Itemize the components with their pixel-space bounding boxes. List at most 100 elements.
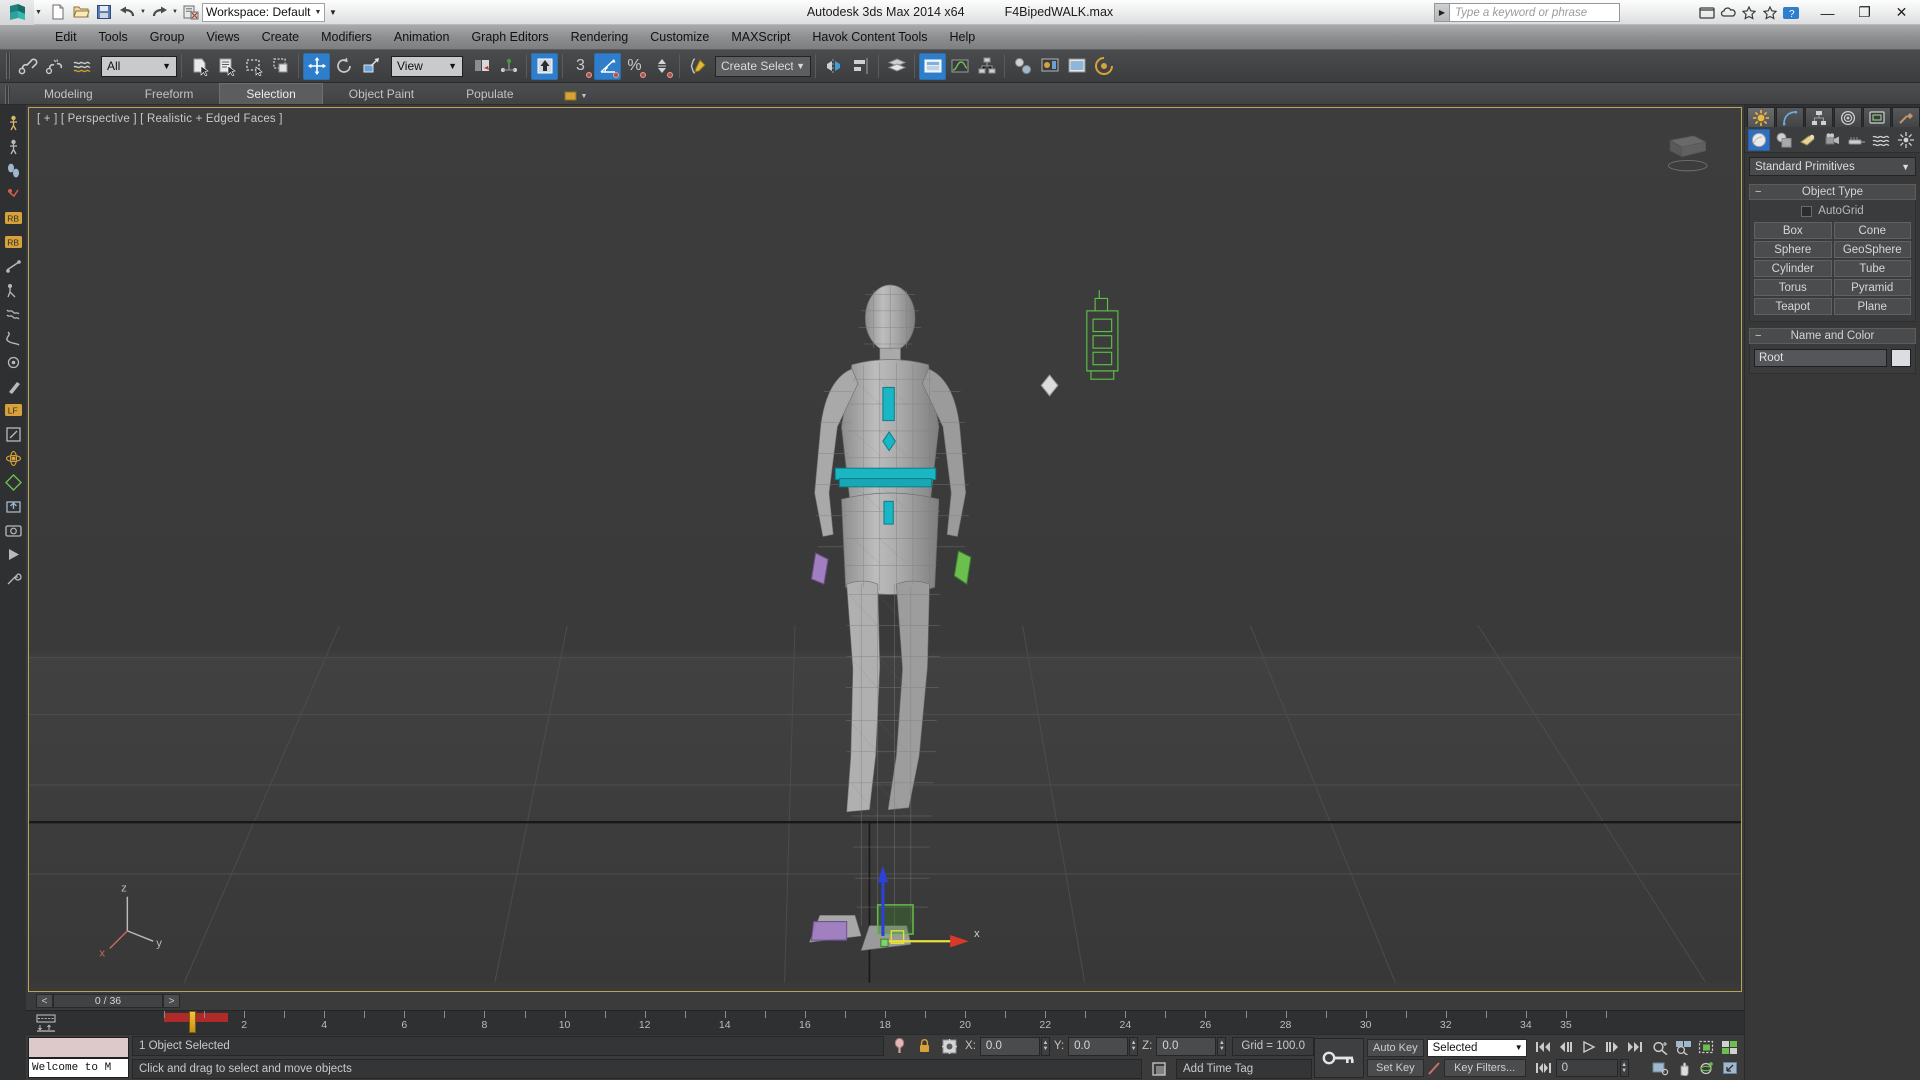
select-and-rotate-button[interactable] [330, 53, 357, 80]
save-file-button[interactable] [93, 2, 115, 23]
object-name-input[interactable]: Root [1754, 349, 1887, 367]
menu-item-customize[interactable]: Customize [639, 27, 720, 47]
biped-footstep-icon[interactable] [2, 159, 24, 181]
help-question-icon[interactable]: ? [1782, 4, 1800, 22]
ribbon-options-button[interactable]: ▼ [558, 88, 594, 104]
rendered-frame-window-button[interactable] [1063, 53, 1090, 80]
lights-category-button[interactable] [1797, 129, 1819, 151]
y-coordinate-input[interactable]: 0.0 [1068, 1036, 1129, 1056]
scale-tool-icon[interactable] [2, 423, 24, 445]
undo-button[interactable] [116, 2, 138, 23]
tools-icon[interactable] [2, 567, 24, 589]
previous-frame-button[interactable] [1555, 1038, 1577, 1057]
time-slider-handle[interactable] [189, 1011, 196, 1033]
menu-item-maxscript[interactable]: MAXScript [720, 27, 801, 47]
vertex-paint-icon[interactable] [2, 351, 24, 373]
create-cylinder-button[interactable]: Cylinder [1754, 260, 1832, 277]
field-of-view-button[interactable] [1650, 1059, 1672, 1078]
selection-lock-toggle-button[interactable] [912, 1038, 936, 1054]
sim-icon[interactable] [2, 471, 24, 493]
align-button[interactable] [847, 53, 874, 80]
close-button[interactable]: ✕ [1883, 0, 1920, 25]
unlink-selection-button[interactable] [41, 53, 68, 80]
rope-icon[interactable] [2, 327, 24, 349]
lf-icon[interactable]: LF [2, 399, 24, 421]
autogrid-checkbox[interactable] [1801, 205, 1813, 217]
create-torus-button[interactable]: Torus [1754, 279, 1832, 296]
next-frame-button[interactable] [1601, 1038, 1623, 1057]
frame-spinner[interactable]: ▲ ▼ [1619, 1059, 1629, 1077]
z-spinner[interactable]: ▲ ▼ [1217, 1036, 1227, 1056]
use-selection-center-button[interactable] [495, 53, 522, 80]
set-key-button[interactable]: Set Key [1367, 1058, 1424, 1077]
play-animation-button[interactable] [1578, 1038, 1600, 1057]
active-time-range[interactable] [164, 1013, 228, 1022]
orbit-button[interactable] [1696, 1059, 1718, 1078]
undo-dropdown-caret-icon[interactable]: ▼ [139, 3, 147, 22]
render-setup-button[interactable] [1036, 53, 1063, 80]
menu-item-views[interactable]: Views [195, 27, 250, 47]
shapes-category-button[interactable] [1772, 129, 1794, 151]
edit-named-selection-sets-button[interactable] [684, 53, 711, 80]
current-frame-display[interactable]: 0 / 36 [53, 994, 163, 1008]
menu-item-animation[interactable]: Animation [383, 27, 461, 47]
workspace-selector[interactable]: Workspace: Default ▼ [202, 2, 326, 22]
absolute-relative-mode-toggle[interactable] [936, 1038, 962, 1055]
named-selection-set-combo[interactable]: Create Selection Se ▼ [715, 55, 811, 77]
view-cube[interactable] [1661, 130, 1713, 176]
motion-tab[interactable] [1834, 107, 1862, 127]
rb-body-icon[interactable]: RB [2, 231, 24, 253]
render-production-button[interactable] [1090, 53, 1117, 80]
select-and-link-button[interactable] [14, 53, 41, 80]
go-to-start-button[interactable] [1532, 1038, 1554, 1057]
set-project-folder-button[interactable] [180, 2, 202, 23]
redo-dropdown-caret-icon[interactable]: ▼ [171, 3, 179, 22]
menu-item-tools[interactable]: Tools [88, 27, 139, 47]
geometry-category-button[interactable] [1748, 128, 1771, 151]
create-box-button[interactable]: Box [1754, 222, 1832, 239]
zoom-extents-button[interactable] [1696, 1038, 1718, 1057]
time-slider[interactable]: < 0 / 36 > [36, 994, 180, 1008]
set-key-mode-button[interactable] [1314, 1037, 1364, 1078]
listener-input-pane[interactable]: Welcome to M [28, 1058, 129, 1078]
open-file-button[interactable] [70, 2, 92, 23]
menu-item-graph-editors[interactable]: Graph Editors [460, 27, 559, 47]
select-and-scale-button[interactable] [357, 53, 384, 80]
selection-filter-combo[interactable]: All ▼ [101, 55, 177, 77]
biped-figure-icon[interactable] [2, 135, 24, 157]
minimize-button[interactable]: — [1809, 0, 1846, 25]
utilities-tab[interactable] [1892, 107, 1920, 127]
track-bar-ticks[interactable]: 2 4 6 8 10 12 14 16 18 20 22 24 26 28 30 32 34 35 [66, 1011, 1744, 1034]
autogrid-row[interactable]: AutoGrid [1754, 205, 1911, 217]
y-spinner[interactable]: ▲ ▼ [1129, 1036, 1139, 1056]
zoom-extents-all-button[interactable] [1719, 1038, 1741, 1057]
export-icon[interactable] [2, 495, 24, 517]
modify-tab[interactable] [1776, 107, 1804, 127]
display-tab[interactable] [1863, 107, 1891, 127]
select-and-move-button[interactable] [303, 52, 330, 80]
ragdoll-icon[interactable] [2, 279, 24, 301]
favorites-star-icon[interactable] [1761, 4, 1779, 22]
subcategory-combo[interactable]: Standard Primitives ▼ [1749, 157, 1916, 176]
create-tube-button[interactable]: Tube [1833, 260, 1911, 277]
signin-icon[interactable] [1698, 4, 1716, 22]
menu-item-create[interactable]: Create [251, 27, 311, 47]
exchange-app-store-icon[interactable] [1740, 4, 1758, 22]
menu-item-havok-content-tools[interactable]: Havok Content Tools [801, 27, 938, 47]
listener-output-pane[interactable] [28, 1037, 129, 1058]
create-teapot-button[interactable]: Teapot [1754, 298, 1832, 315]
new-scene-button[interactable] [47, 2, 69, 23]
cloth-icon[interactable] [2, 303, 24, 325]
maxscript-mini-listener[interactable]: Welcome to M [26, 1035, 130, 1080]
use-pivot-point-center-button[interactable] [468, 53, 495, 80]
layer-manager-button[interactable] [883, 53, 910, 80]
menu-item-help[interactable]: Help [938, 27, 986, 47]
create-plane-button[interactable]: Plane [1833, 298, 1911, 315]
qat-customize-caret-icon[interactable]: ▼ [325, 3, 340, 22]
physics-icon[interactable] [2, 447, 24, 469]
go-to-end-button[interactable] [1624, 1038, 1646, 1057]
schematic-view-button[interactable] [973, 53, 1000, 80]
preview-icon[interactable] [2, 543, 24, 565]
viewport-perspective[interactable]: [ + ] [ Perspective ] [ Realistic + Edge… [28, 107, 1742, 992]
previous-frame-button[interactable]: < [36, 994, 53, 1008]
